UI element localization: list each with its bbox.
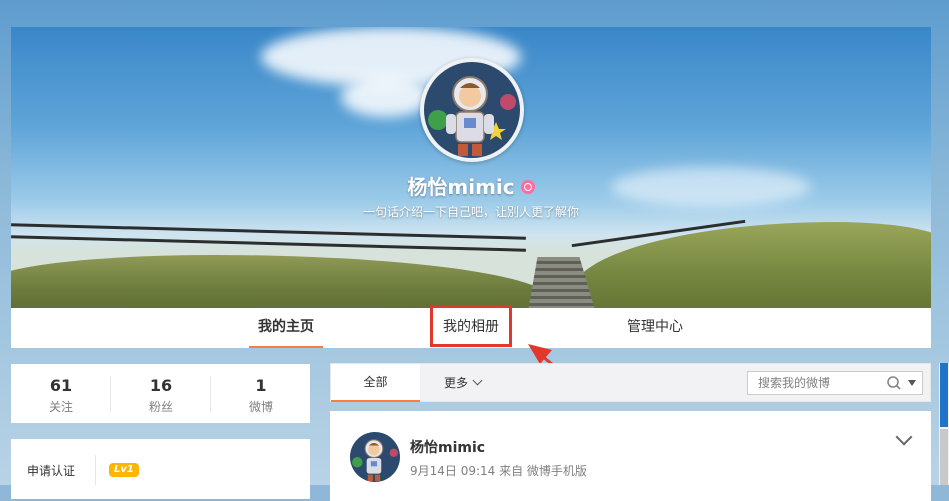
stat-label: 关注 [48,400,73,414]
tab-all[interactable]: 全部 [331,364,420,402]
post-avatar[interactable] [350,432,400,482]
scrollbar-track [940,429,948,485]
verify-panel: 申请认证 Lv1 [11,439,310,499]
divider [95,455,96,485]
female-gender-icon [520,179,535,194]
stat-label: 粉丝 [148,400,173,414]
scrollbar[interactable] [939,363,949,485]
tab-my-homepage[interactable]: 我的主页 [249,308,323,348]
stat-value: 1 [255,376,267,395]
stat-value: 16 [149,376,173,395]
stat-followers[interactable]: 16 粉丝 [111,364,211,423]
feed-header: 全部 更多 [330,363,931,402]
post-meta: 9月14日 09:14 来自 微博手机版 [410,464,587,478]
more-label: 更多 [444,376,469,390]
post-card: 杨怡mimic 9月14日 09:14 来自 微博手机版 [330,411,931,501]
chevron-down-icon[interactable] [895,428,913,446]
profile-avatar[interactable] [420,58,524,162]
search-input[interactable] [748,372,888,394]
search-box [747,371,923,395]
hill [571,222,931,308]
profile-stats: 61 关注 16 粉丝 1 微博 [11,364,310,423]
annotation-highlight-box [430,305,512,347]
avatar-image [424,62,520,158]
apply-verification-link[interactable]: 申请认证 [27,462,75,479]
chevron-down-icon [472,375,483,386]
more-dropdown[interactable]: 更多 [444,364,483,402]
search-icon[interactable] [886,375,902,391]
stat-following[interactable]: 61 关注 [11,364,111,423]
post-author[interactable]: 杨怡mimic [410,437,485,457]
stat-value: 61 [49,376,73,395]
level-badge[interactable]: Lv1 [109,463,139,477]
stat-label: 微博 [248,400,273,414]
profile-name: 杨怡mimic [11,171,931,200]
cloud [341,77,431,117]
scrollbar-thumb[interactable] [940,363,948,427]
caret-down-icon[interactable] [908,380,916,386]
profile-intro[interactable]: 一句话介绍一下自己吧，让别人更了解你 [11,203,931,220]
profile-name-text: 杨怡mimic [407,175,515,199]
hill [11,255,551,308]
stat-weibo[interactable]: 1 微博 [211,364,311,423]
stairs [527,257,597,308]
profile-cover: 杨怡mimic 一句话介绍一下自己吧，让别人更了解你 [11,27,931,308]
profile-nav: 我的主页 我的相册 管理中心 [11,305,931,348]
tab-manage-center[interactable]: 管理中心 [617,308,693,348]
